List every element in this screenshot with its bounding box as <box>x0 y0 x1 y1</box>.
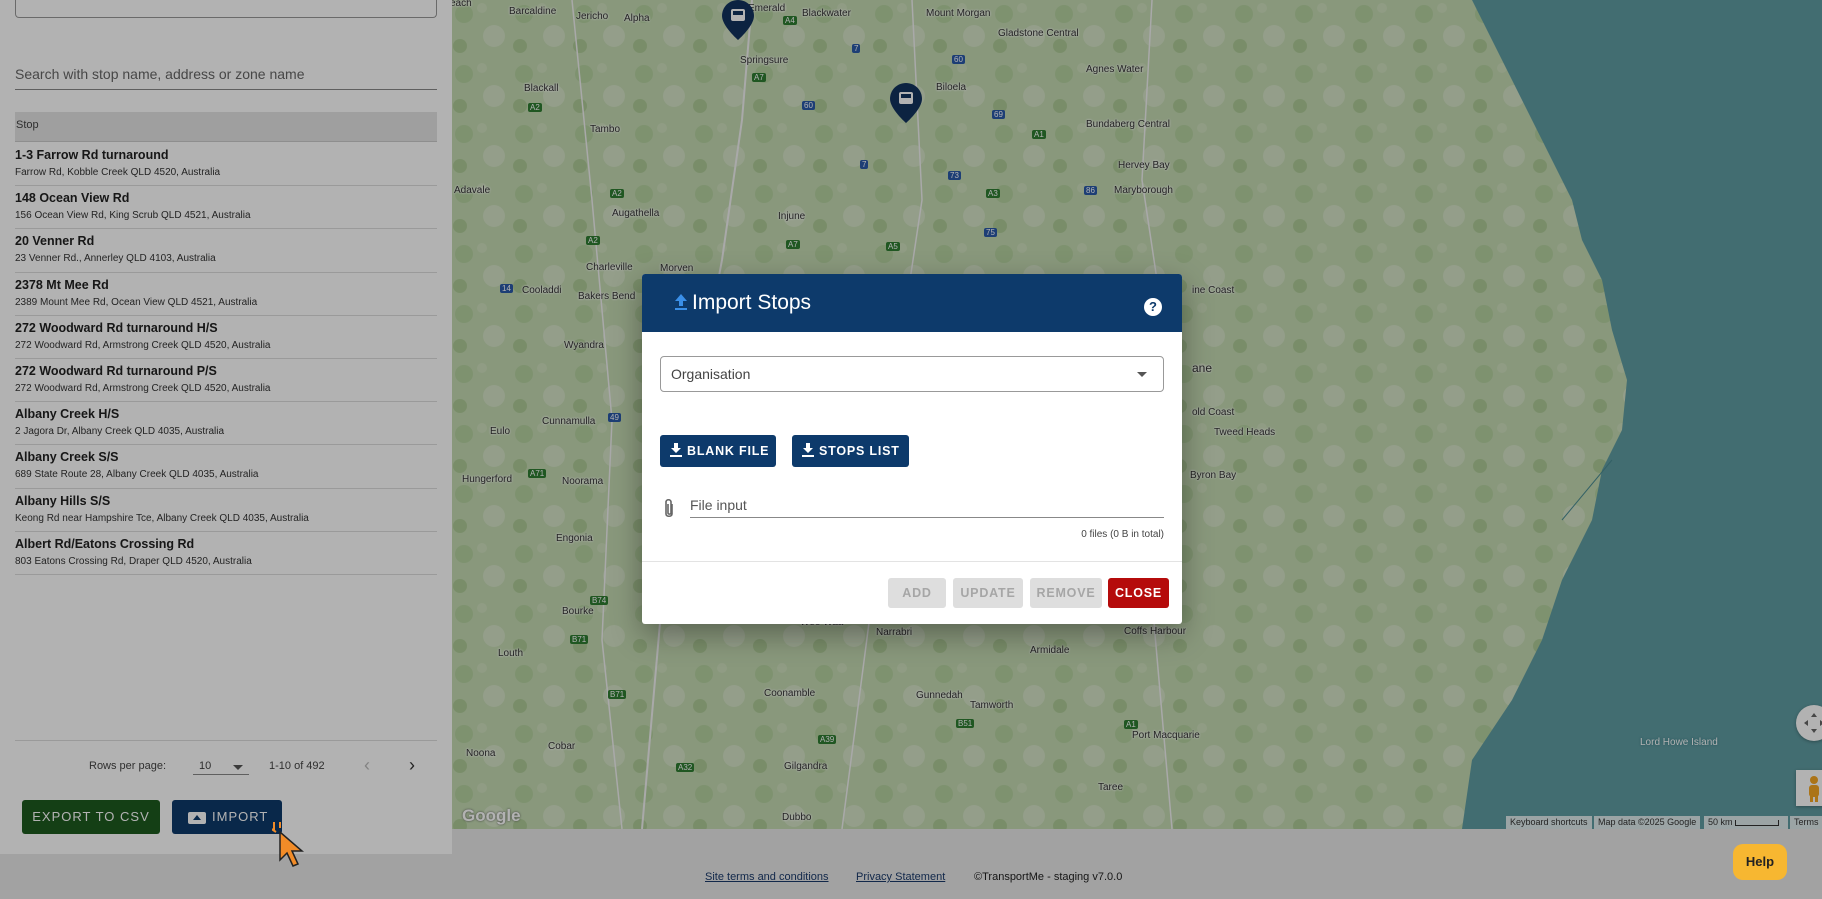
download-blank-file-button[interactable]: BLANK FILE <box>660 435 776 467</box>
download-icon <box>802 443 814 458</box>
mouse-cursor-icon <box>272 822 305 867</box>
import-stops-dialog: Import Stops ? Organisation BLANK FILE S… <box>642 274 1182 624</box>
chevron-down-icon <box>1137 372 1147 377</box>
divider <box>642 561 1182 562</box>
file-count: 0 files (0 B in total) <box>1081 529 1164 540</box>
help-circle-icon[interactable]: ? <box>1144 298 1162 316</box>
dialog-header: Import Stops ? <box>642 274 1182 332</box>
download-stops-list-button[interactable]: STOPS LIST <box>792 435 909 467</box>
dialog-title: Import Stops <box>692 291 812 314</box>
add-button[interactable]: ADD <box>888 578 946 608</box>
remove-button[interactable]: REMOVE <box>1030 578 1102 608</box>
upload-icon <box>675 294 687 310</box>
organisation-select[interactable]: Organisation <box>660 356 1164 392</box>
update-button[interactable]: UPDATE <box>953 578 1023 608</box>
paperclip-icon[interactable] <box>662 498 676 520</box>
close-button[interactable]: CLOSE <box>1108 578 1169 608</box>
stops-list-label: STOPS LIST <box>819 444 900 458</box>
organisation-select-label: Organisation <box>671 366 751 382</box>
file-input[interactable]: File input <box>690 492 1164 518</box>
download-icon <box>670 443 682 458</box>
help-button[interactable]: Help <box>1733 844 1787 880</box>
blank-file-label: BLANK FILE <box>687 444 770 458</box>
